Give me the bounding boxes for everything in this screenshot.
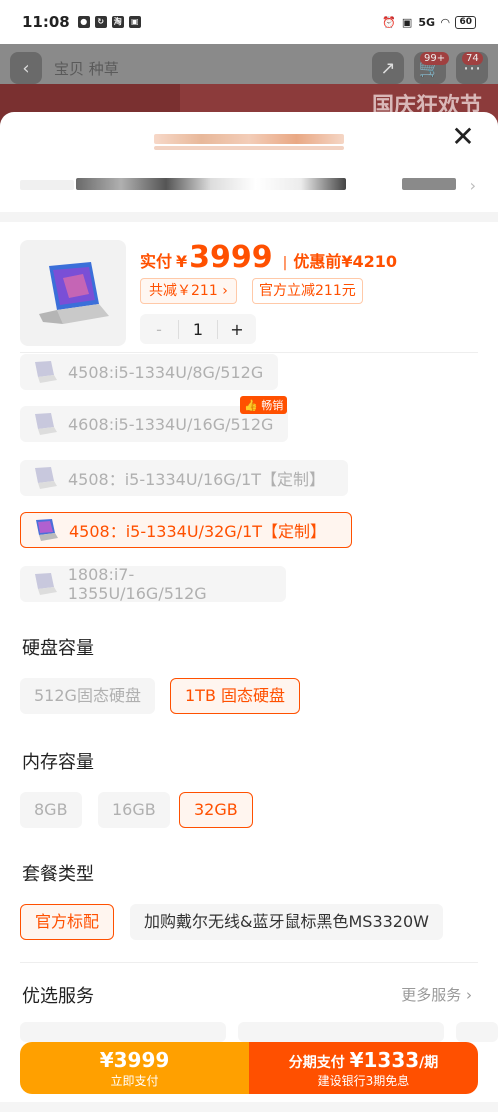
installment-button[interactable]: 分期支付 ¥1333/期 建设银行3期免息 xyxy=(249,1042,478,1094)
pay-bar: ¥3999 立即支付 分期支付 ¥1333/期 建设银行3期免息 xyxy=(20,1042,478,1094)
paid-label: 实付 xyxy=(140,252,173,271)
system-icons: ⏰ ▣ 5G ◠ 60 xyxy=(382,15,476,29)
increase-button[interactable]: + xyxy=(218,320,256,339)
status-bar: 11:08 ● ↻ 淘 ▣ ⏰ ▣ 5G ◠ 60 xyxy=(0,0,498,44)
notification-icons: ● ↻ 淘 ▣ xyxy=(77,16,141,28)
sku-sheet: ✕ › 实付 ¥ 3999 | 优惠前¥4210 共减￥211 › 官方立减21… xyxy=(0,112,498,1112)
service-card[interactable] xyxy=(20,1022,226,1042)
laptop-thumb-icon xyxy=(20,406,68,442)
blurred-title-line xyxy=(154,146,344,150)
app-icon: 淘 xyxy=(111,16,124,28)
option-label: 4508：i5-1334U/32G/1T【定制】 xyxy=(69,522,327,541)
storage-title: 硬盘容量 xyxy=(22,638,94,659)
package-title: 套餐类型 xyxy=(22,864,94,885)
installment-sub: 建设银行3期免息 xyxy=(317,1073,410,1088)
chevron-right-icon: › xyxy=(222,283,228,299)
discount-chip[interactable]: 共减￥211 › xyxy=(140,278,237,304)
bestseller-badge: 👍 畅销 xyxy=(240,396,288,414)
cart-badge: 99+ xyxy=(420,52,450,65)
option-4508-32g-1t-selected[interactable]: 4508：i5-1334U/32G/1T【定制】 xyxy=(20,512,352,548)
package-mouse-bundle[interactable]: 加购戴尔无线&蓝牙鼠标黑色MS3320W xyxy=(130,904,443,940)
page-tabs: 宝贝 种草 xyxy=(54,59,119,78)
section-divider xyxy=(0,212,498,222)
memory-title: 内存容量 xyxy=(22,752,94,773)
close-icon[interactable]: ✕ xyxy=(448,122,478,152)
pay-now-button[interactable]: ¥3999 立即支付 xyxy=(20,1042,249,1094)
pre-discount-price: 优惠前¥4210 xyxy=(293,252,398,271)
storage-1tb-selected[interactable]: 1TB 固态硬盘 xyxy=(170,678,301,714)
blurred-title xyxy=(154,134,344,144)
msg-badge: 74 xyxy=(462,52,483,65)
package-official-selected[interactable]: 官方标配 xyxy=(20,904,115,940)
pay-now-amount: ¥3999 xyxy=(99,1047,170,1072)
price-value: 3999 xyxy=(189,240,273,275)
divider xyxy=(20,962,478,963)
address-row[interactable] xyxy=(0,170,498,202)
blurred-address-a xyxy=(20,180,74,190)
chevron-right-icon: › xyxy=(469,176,476,195)
memory-32gb-selected[interactable]: 32GB xyxy=(179,792,253,828)
memory-16gb[interactable]: 16GB xyxy=(98,792,170,828)
services-title: 优选服务 xyxy=(22,986,94,1007)
option-4508-16g-1t[interactable]: 4508：i5-1334U/16G/1T【定制】 xyxy=(20,460,348,496)
option-4508-8g[interactable]: 4508:i5-1334U/8G/512G xyxy=(20,354,278,390)
laptop-thumb-icon xyxy=(20,460,68,496)
laptop-thumb-icon xyxy=(21,512,69,548)
installment-amount: ¥1333 xyxy=(349,1047,420,1072)
service-card[interactable] xyxy=(238,1022,444,1042)
option-label: 4508:i5-1334U/8G/512G xyxy=(68,362,264,382)
storage-512g[interactable]: 512G固态硬盘 xyxy=(20,678,155,714)
blurred-address-b xyxy=(76,178,346,190)
option-label: 1808:i7-1355U/16G/512G xyxy=(67,565,207,603)
laptop-thumb-icon xyxy=(20,566,68,602)
price-separator: | xyxy=(282,255,288,271)
laptop-thumb-icon xyxy=(20,354,68,390)
chevron-right-icon: › xyxy=(466,986,472,1004)
price-line: 实付 ¥ 3999 | 优惠前¥4210 xyxy=(140,240,397,275)
memory-8gb[interactable]: 8GB xyxy=(20,792,82,828)
official-discount-chip: 官方立减211元 xyxy=(252,278,363,304)
signal-icon: 5G xyxy=(418,15,435,29)
currency-symbol: ¥ xyxy=(176,252,188,271)
product-thumbnail[interactable] xyxy=(20,240,126,346)
option-label: 4608:i5-1334U/16G/512G xyxy=(68,414,274,434)
decrease-button[interactable]: - xyxy=(140,320,178,339)
bottom-strip xyxy=(0,1102,498,1112)
divider xyxy=(20,352,478,353)
share-icon: ↗ xyxy=(372,52,404,84)
chat-icon: ● xyxy=(77,16,90,28)
service-card[interactable] xyxy=(456,1022,498,1042)
discount-text: 共减￥211 xyxy=(149,283,218,299)
back-icon: ‹ xyxy=(10,52,42,84)
app-icon-2: ▣ xyxy=(128,16,141,28)
blurred-address-c xyxy=(402,178,456,190)
alarm-icon: ⏰ xyxy=(382,15,396,29)
nfc-icon: ▣ xyxy=(401,15,413,29)
quantity-value[interactable]: 1 xyxy=(178,319,218,339)
sync-icon: ↻ xyxy=(94,16,107,28)
installment-prefix: 分期支付 xyxy=(288,1054,345,1071)
pay-now-label: 立即支付 xyxy=(110,1073,159,1088)
wifi-icon: ◠ xyxy=(441,15,450,29)
more-services-link[interactable]: 更多服务 › xyxy=(401,984,472,1005)
installment-line: 分期支付 ¥1333/期 xyxy=(289,1048,439,1072)
option-label: 4508：i5-1334U/16G/1T【定制】 xyxy=(68,470,326,489)
battery-icon: 60 xyxy=(455,15,476,29)
status-time: 11:08 xyxy=(22,13,70,31)
more-services-label: 更多服务 xyxy=(401,986,462,1004)
option-1808-i7[interactable]: 1808:i7-1355U/16G/512G xyxy=(20,565,286,603)
laptop-image xyxy=(39,262,109,324)
installment-suffix: /期 xyxy=(419,1054,439,1071)
quantity-stepper: - 1 + xyxy=(140,314,256,344)
